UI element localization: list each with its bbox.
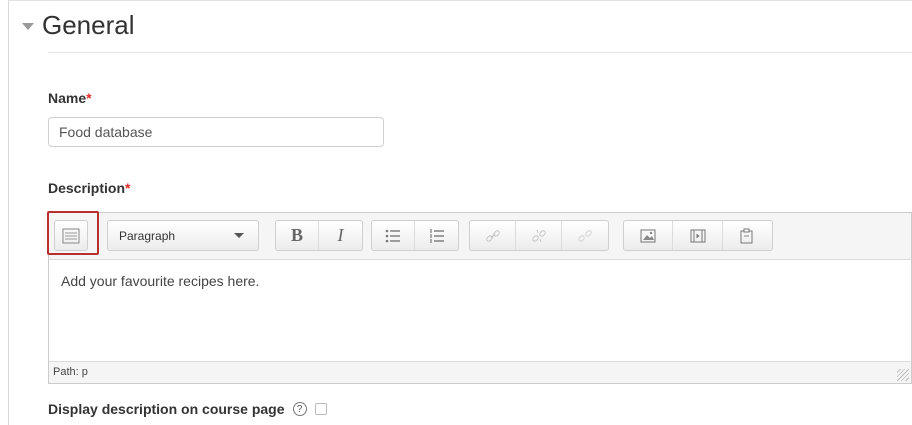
anchor-button[interactable] [562, 221, 608, 250]
italic-icon: I [337, 225, 344, 245]
paragraph-format-select[interactable]: Paragraph [107, 220, 259, 251]
page-left-border [8, 0, 9, 425]
collapse-arrow-icon[interactable] [22, 23, 34, 30]
chevron-down-icon [234, 233, 244, 238]
section-divider [48, 52, 912, 53]
unlink-icon [531, 229, 546, 242]
editor-statusbar: Path: p [49, 361, 911, 383]
display-description-row: Display description on course page ? [48, 401, 327, 417]
help-icon[interactable]: ? [292, 402, 307, 416]
section-header-general[interactable]: General [22, 10, 135, 41]
resize-handle-icon[interactable] [897, 369, 909, 381]
description-label-text: Description [48, 180, 126, 196]
bold-icon: B [290, 225, 303, 245]
ordered-list-button[interactable] [415, 221, 458, 250]
media-icon [690, 229, 706, 242]
image-icon [640, 229, 656, 242]
editor-path: Path: p [53, 366, 88, 378]
unordered-list-button[interactable] [372, 221, 415, 250]
media-button[interactable] [673, 221, 723, 250]
required-marker: * [86, 90, 92, 106]
link-icon [485, 229, 500, 242]
required-marker: * [125, 180, 131, 196]
link-button[interactable] [470, 221, 516, 250]
italic-button[interactable]: I [319, 221, 362, 250]
description-editor[interactable]: Paragraph B I Add your favourite recipes… [47, 211, 912, 384]
format-select-value: Paragraph [119, 228, 176, 243]
ordered-list-icon [429, 228, 444, 243]
name-label: Name* [48, 90, 92, 106]
image-button[interactable] [624, 221, 674, 250]
display-description-checkbox[interactable] [314, 403, 327, 415]
link-group [469, 220, 609, 251]
unlink-button[interactable] [516, 221, 562, 250]
display-description-label: Display description on course page [48, 401, 285, 417]
unordered-list-icon [385, 229, 400, 242]
text-style-group: B I [275, 220, 363, 251]
editor-content[interactable]: Add your favourite recipes here. [61, 273, 259, 289]
highlight-box [47, 211, 99, 255]
page-top-border [8, 0, 912, 1]
bold-button[interactable]: B [276, 221, 319, 250]
name-input[interactable] [48, 117, 384, 147]
media-group [623, 220, 773, 251]
editor-toolbar: Paragraph B I [47, 211, 911, 260]
description-label: Description* [48, 180, 130, 196]
manage-files-button[interactable] [723, 221, 772, 250]
manage-files-icon [740, 228, 753, 243]
anchor-icon [578, 229, 592, 242]
name-label-text: Name [48, 90, 87, 106]
section-title: General [42, 10, 135, 40]
list-group [371, 220, 459, 251]
